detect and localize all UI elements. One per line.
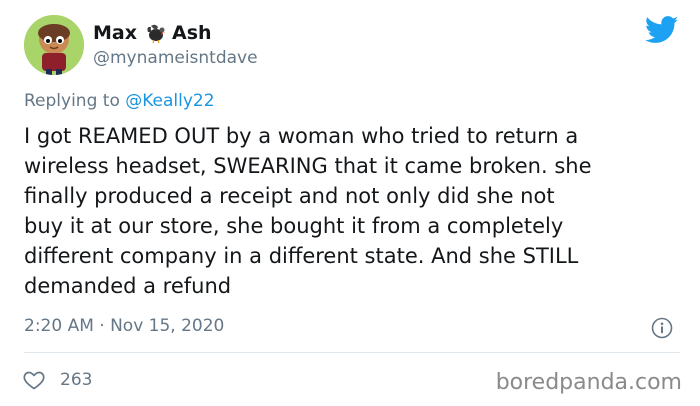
info-icon[interactable]: [651, 317, 673, 339]
display-name[interactable]: Max Ash: [93, 22, 212, 44]
like-count: 263: [60, 370, 93, 390]
tweet-line: different company in a different state. …: [24, 244, 579, 268]
display-name-last: Ash: [171, 22, 212, 44]
twitter-bird-icon[interactable]: [644, 16, 679, 44]
tweet-line: I got REAMED OUT by a woman who tried to…: [24, 124, 579, 148]
reply-mention-link[interactable]: @Keally22: [125, 91, 214, 111]
display-name-first: Max: [93, 22, 137, 44]
tweet-line: finally produced a receipt and not only …: [24, 184, 555, 208]
tweet-line: wireless headset, SWEARING that it came …: [24, 154, 592, 178]
tweet-line: buy it at our store, she bought it from …: [24, 214, 564, 238]
avatar-image: [24, 15, 84, 75]
tweet-line: demanded a refund: [24, 274, 232, 298]
reply-prefix: Replying to: [24, 91, 120, 111]
divider: [24, 352, 680, 353]
reply-context: Replying to @Keally22: [24, 91, 215, 111]
turkey-icon: [144, 22, 166, 44]
watermark: boredpanda.com: [495, 370, 682, 395]
tweet-text: I got REAMED OUT by a woman who tried to…: [24, 121, 684, 301]
user-handle[interactable]: @mynameisntdave: [93, 48, 258, 68]
like-button[interactable]: 263: [22, 368, 92, 392]
tweet-timestamp[interactable]: 2:20 AM · Nov 15, 2020: [24, 316, 224, 336]
avatar[interactable]: [24, 15, 84, 75]
heart-icon: [23, 371, 45, 390]
